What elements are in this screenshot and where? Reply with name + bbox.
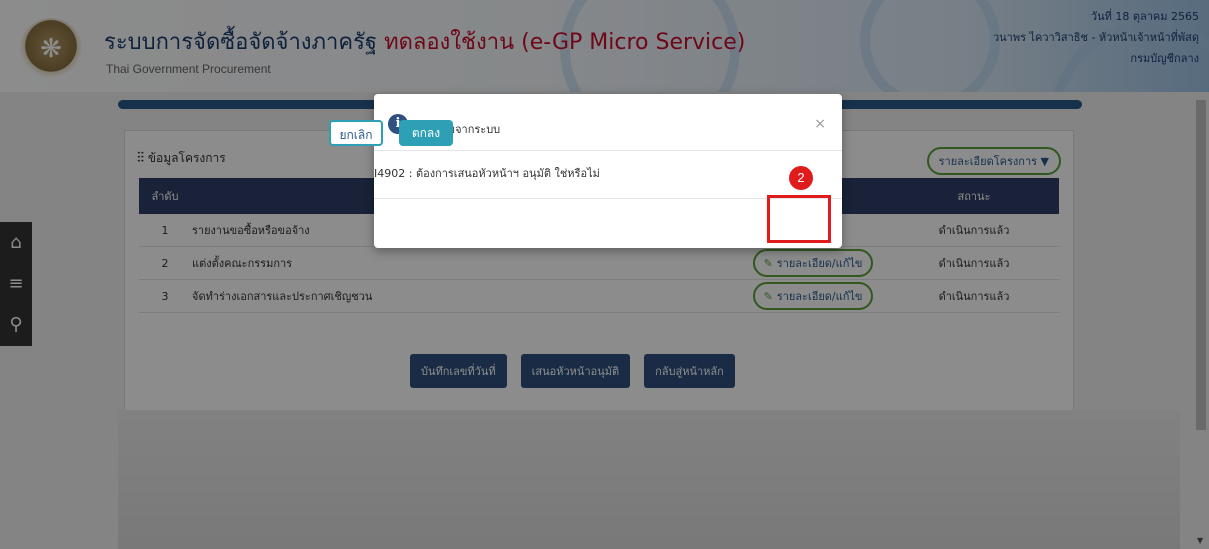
step-number-badge: 2 xyxy=(789,166,813,190)
close-icon[interactable]: × xyxy=(814,116,826,132)
ok-button[interactable]: ตกลง xyxy=(399,120,453,146)
modal-backdrop xyxy=(0,0,1209,549)
cancel-button[interactable]: ยกเลิก xyxy=(329,120,383,146)
dialog-message: I4902 : ต้องการเสนอหัวหน้าฯ อนุมัติ ใช่ห… xyxy=(374,167,600,180)
ok-button-highlight xyxy=(767,195,831,243)
page: ❋ ระบบการจัดซื้อจัดจ้างภาครัฐ ทดลองใช้งา… xyxy=(0,0,1209,549)
